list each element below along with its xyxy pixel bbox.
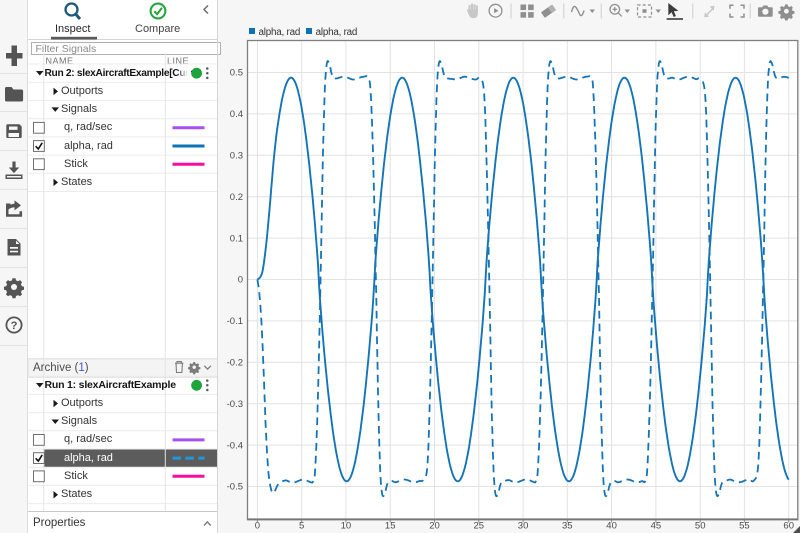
svg-text:-0.2: -0.2 <box>227 358 243 369</box>
svg-text:-0.5: -0.5 <box>227 482 243 493</box>
svg-text:0: 0 <box>238 275 243 286</box>
svg-text:0.1: 0.1 <box>230 233 243 244</box>
svg-text:45: 45 <box>651 521 662 532</box>
svg-text:15: 15 <box>385 521 396 532</box>
svg-text:40: 40 <box>606 521 617 532</box>
svg-text:10: 10 <box>341 521 352 532</box>
svg-text:-0.3: -0.3 <box>227 399 243 410</box>
svg-text:55: 55 <box>739 521 750 532</box>
svg-text:0.2: 0.2 <box>230 192 243 203</box>
svg-text:50: 50 <box>695 521 706 532</box>
svg-text:20: 20 <box>429 521 440 532</box>
svg-text:-0.1: -0.1 <box>227 316 243 327</box>
svg-text:30: 30 <box>518 521 529 532</box>
svg-text:25: 25 <box>474 521 485 532</box>
svg-text:35: 35 <box>562 521 573 532</box>
svg-text:-0.4: -0.4 <box>227 440 243 451</box>
svg-text:0: 0 <box>255 521 260 532</box>
svg-text:0.3: 0.3 <box>230 151 243 162</box>
svg-text:5: 5 <box>299 521 304 532</box>
svg-text:0.4: 0.4 <box>230 109 243 120</box>
svg-text:0.5: 0.5 <box>230 68 243 79</box>
